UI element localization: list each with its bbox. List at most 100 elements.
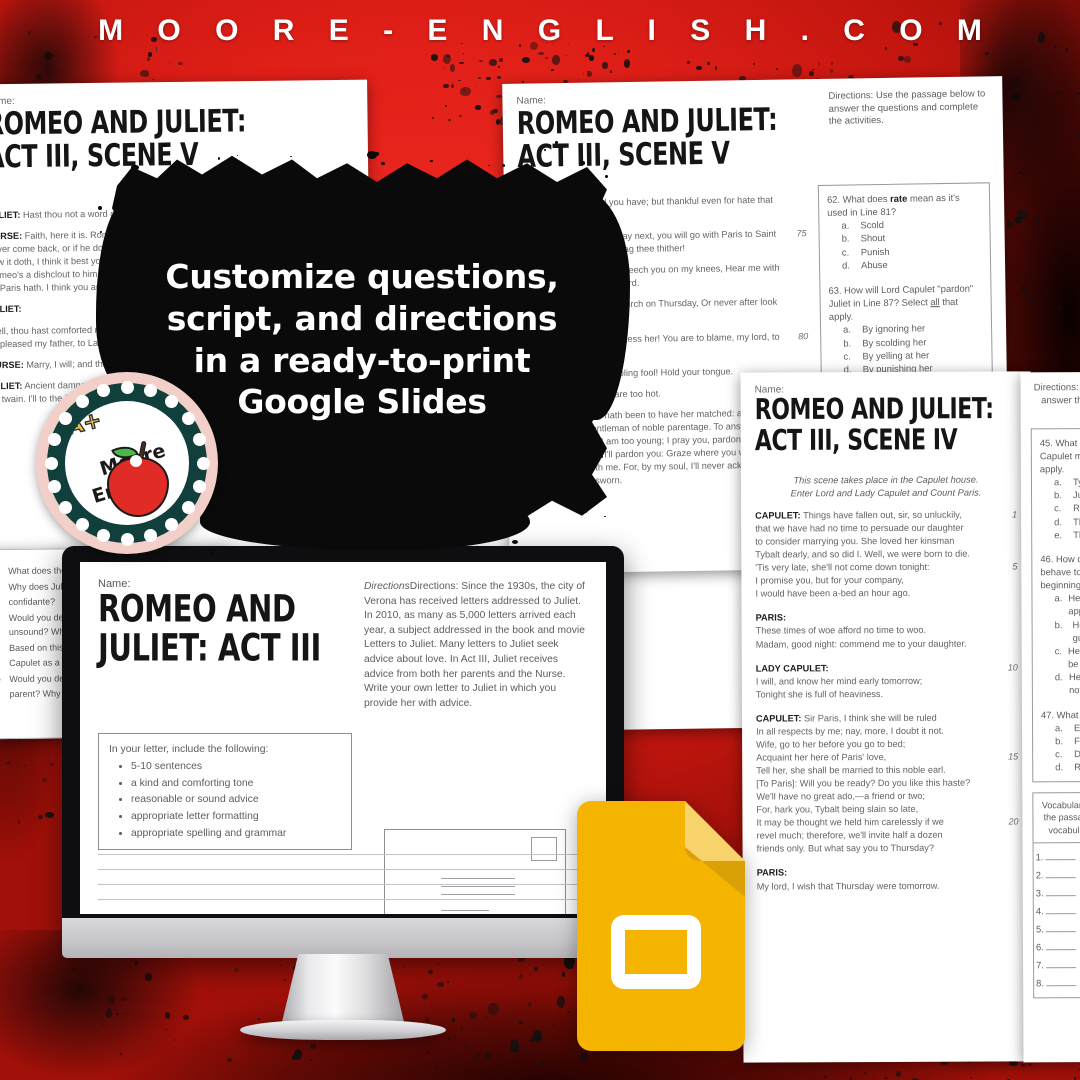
grunge-speck bbox=[475, 85, 478, 87]
grunge-speck bbox=[430, 54, 434, 58]
grunge-speck bbox=[485, 1051, 492, 1059]
vocab-answer-blank[interactable] bbox=[1045, 923, 1076, 933]
option-letter: c. bbox=[1054, 645, 1063, 657]
line-number bbox=[790, 296, 808, 322]
vocabulary-item[interactable]: 5.Acquaint bbox=[1036, 920, 1080, 939]
vocab-answer-blank[interactable] bbox=[1045, 850, 1076, 861]
script-line: revel much; therefore, we'll invite half… bbox=[756, 829, 1018, 843]
script-speaker: JULIET: bbox=[0, 380, 23, 391]
vocabulary-item[interactable]: 3.Heaviness bbox=[1036, 884, 1080, 903]
answer-option[interactable]: d. Respectful bbox=[1041, 760, 1080, 774]
grunge-speck bbox=[545, 57, 548, 59]
vocab-answer-blank[interactable] bbox=[1045, 959, 1076, 969]
script-speaker: NURSE: bbox=[0, 230, 23, 242]
desktop-monitor: Name: ROMEO AND JULIET: ACT III Directio… bbox=[62, 546, 624, 1040]
script-line: friends only. But what say you to Thursd… bbox=[757, 842, 1019, 856]
option-text: By scolding her bbox=[862, 335, 927, 348]
grunge-speck bbox=[42, 778, 47, 782]
question-prompt: 62. What does rate mean as it's used in … bbox=[826, 191, 960, 219]
worksheet-title-line1: ROMEO AND JULIET: bbox=[516, 101, 778, 142]
vocabulary-item[interactable]: 8.Revel bbox=[1036, 974, 1080, 993]
script-text: Acquaint her here of Paris' love, bbox=[756, 751, 887, 763]
answer-option[interactable]: d. The late hour bbox=[1040, 514, 1080, 528]
vocabulary-item[interactable]: 1.Afford bbox=[1036, 847, 1080, 866]
option-letter: d. bbox=[1054, 515, 1062, 527]
script-text: [To Paris]: Will you be ready? Do you li… bbox=[756, 777, 971, 789]
answer-option[interactable]: c. Distant bbox=[1041, 747, 1080, 761]
vocab-answer-blank[interactable] bbox=[1045, 905, 1076, 915]
grunge-speck bbox=[1059, 251, 1061, 254]
script-text: revel much; therefore, we'll invite half… bbox=[756, 830, 943, 841]
worksheet-letter-to-juliet: Name: ROMEO AND JULIET: ACT III Directio… bbox=[80, 562, 606, 914]
script-line: I promise you, but for your company, bbox=[755, 574, 1017, 588]
option-letter: a. bbox=[1054, 592, 1063, 604]
option-text: Shout bbox=[860, 232, 886, 244]
answer-option[interactable]: b. Juliet's grief bbox=[1040, 488, 1080, 502]
overlay-fleck bbox=[439, 536, 447, 544]
script-text: We'll have no great ado,—a friend or two… bbox=[756, 790, 925, 802]
vocabulary-item[interactable]: 4.Ruled bbox=[1036, 902, 1080, 921]
answer-option[interactable]: a. Eager bbox=[1041, 720, 1080, 734]
answer-option[interactable]: d. Abuse bbox=[828, 256, 982, 272]
line-number bbox=[1004, 534, 1017, 547]
answer-option[interactable]: c. He promises that Juliet can be ready b… bbox=[1041, 644, 1080, 671]
answer-option[interactable]: a. Tybalt's death bbox=[1040, 475, 1080, 489]
script-text: Madam, good night: commend me to your da… bbox=[755, 638, 967, 650]
overlay-fleck bbox=[511, 539, 518, 544]
vocab-answer-blank[interactable] bbox=[1045, 977, 1077, 987]
grunge-speck bbox=[17, 819, 21, 824]
vocabulary-item[interactable]: 6.Ado bbox=[1036, 938, 1080, 957]
scene-note-line2: Enter Lord and Lady Capulet and Count Pa… bbox=[790, 487, 982, 499]
grunge-speck bbox=[706, 62, 710, 66]
line-number: 10 bbox=[1007, 661, 1018, 673]
line-number: 1 bbox=[1012, 509, 1018, 520]
line-number bbox=[1005, 611, 1018, 637]
vocabulary-item[interactable]: 2.Know bbox=[1036, 865, 1080, 884]
vocab-answer-blank[interactable] bbox=[1045, 868, 1076, 879]
scene-note-line1: This scene takes place in the Capulet ho… bbox=[793, 474, 979, 486]
grunge-speck bbox=[792, 63, 802, 77]
vocab-answer-blank[interactable] bbox=[1045, 887, 1076, 897]
answer-option[interactable]: d. He insists that Paris should not be so… bbox=[1041, 670, 1080, 697]
vocab-answer-blank[interactable] bbox=[1045, 941, 1076, 951]
logo-dot bbox=[44, 456, 58, 470]
vocab-number: 1. bbox=[1035, 851, 1044, 863]
grunge-speck bbox=[258, 1018, 260, 1020]
answer-option[interactable]: b. He welcomes him as a guest bbox=[1041, 617, 1080, 644]
script-text: that we have had no time to persuade our… bbox=[755, 522, 964, 534]
question-item: 62. What does rate mean as it's used in … bbox=[827, 190, 982, 271]
grunge-speck bbox=[540, 1060, 544, 1065]
answer-option[interactable]: c. Romeo's banishment bbox=[1040, 501, 1080, 515]
overlay-fleck bbox=[242, 550, 246, 553]
script-line: Tell her, she shall be married to this n… bbox=[756, 763, 1018, 777]
line-number bbox=[1005, 687, 1018, 700]
logo-dot bbox=[120, 380, 134, 394]
option-text: Romeo's banishment bbox=[1073, 502, 1080, 514]
grunge-speck bbox=[532, 1029, 542, 1042]
letter-requirement-item: 5-10 sentences bbox=[131, 759, 341, 775]
grunge-speck bbox=[446, 980, 449, 984]
grunge-speck bbox=[168, 61, 170, 63]
answer-option[interactable]: e. The wedding of Monday bbox=[1040, 527, 1080, 541]
answer-option[interactable]: b. Formal bbox=[1041, 734, 1080, 748]
option-text: Scold bbox=[860, 219, 884, 231]
vocabulary-item[interactable]: 7.Late bbox=[1036, 956, 1080, 975]
line-number: 5 bbox=[1012, 561, 1018, 572]
script-text: I would have been a-bed an hour ago. bbox=[755, 588, 911, 599]
google-slides-icon[interactable] bbox=[563, 797, 749, 1055]
script-line: Tybalt dearly, and so did I. Well, we we… bbox=[755, 548, 1017, 562]
grunge-speck bbox=[430, 1002, 432, 1004]
question-prompt: 47. What is Paris's tone? bbox=[1040, 708, 1080, 720]
grunge-speck bbox=[292, 1055, 296, 1060]
option-text: Tybalt's death bbox=[1072, 476, 1080, 488]
option-letter: d. bbox=[841, 259, 850, 271]
vocab-number: 7. bbox=[1036, 959, 1044, 971]
script-line: CAPULET: Sir Paris, I think she will be … bbox=[756, 711, 1018, 725]
worksheet-title-line1: ROMEO AND JULIET: bbox=[0, 102, 247, 143]
script-text: I promise you, but for your company, bbox=[755, 575, 904, 586]
grunge-speck bbox=[613, 53, 616, 56]
letter-requirements-box: In your letter, include the following: 5… bbox=[98, 733, 352, 851]
directions-keyword: Directions bbox=[364, 581, 410, 592]
answer-option[interactable]: a. He apologizes for the appearance of th… bbox=[1040, 591, 1080, 618]
moore-english-logo[interactable]: Moore English A+ bbox=[36, 372, 218, 554]
